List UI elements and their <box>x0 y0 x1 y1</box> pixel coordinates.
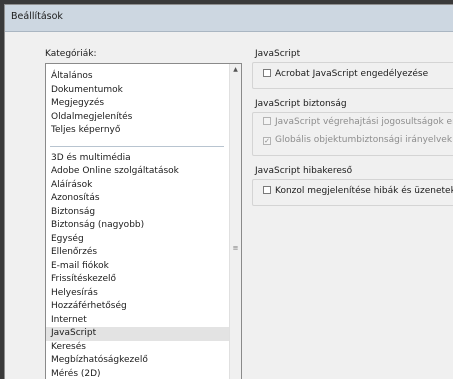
category-item[interactable]: Internet <box>46 314 230 328</box>
security-group-title: JavaScript biztonság <box>255 99 347 109</box>
global-policy-label: Globális objektumbiztonsági irányelvek e… <box>275 135 453 145</box>
category-item[interactable]: Aláírások <box>46 179 230 193</box>
category-item[interactable]: Biztonság (nagyobb) <box>46 219 230 233</box>
categories-label: Kategóriák: <box>45 49 97 59</box>
category-item[interactable]: Hozzáférhetőség <box>46 300 230 314</box>
preferences-dialog: Beállítások Kategóriák: Általános Dokumen… <box>4 4 453 379</box>
scroll-grip-icon[interactable]: ≡ <box>230 244 241 252</box>
category-item[interactable]: Teljes képernyő <box>46 124 230 138</box>
category-item[interactable]: Ellenőrzés <box>46 246 230 260</box>
list-scrollbar[interactable]: ▲ ≡ <box>229 64 241 379</box>
category-item[interactable]: Azonosítás <box>46 192 230 206</box>
category-item[interactable]: Megbízhatóságkezelő <box>46 354 230 368</box>
category-item[interactable]: Általános <box>46 70 230 84</box>
console-checkbox[interactable] <box>263 186 271 194</box>
category-item[interactable]: Dokumentumok <box>46 84 230 98</box>
category-item[interactable]: JavaScript <box>46 327 230 341</box>
category-item[interactable]: Keresés <box>46 341 230 355</box>
enable-javascript-checkbox[interactable] <box>263 69 271 77</box>
global-policy-checkbox[interactable]: ✓ <box>263 137 271 145</box>
scroll-up-arrow-icon[interactable]: ▲ <box>230 66 241 73</box>
list-separator <box>50 145 224 147</box>
categories-items: Általános Dokumentumok Megjegyzés Oldalmegj… <box>46 64 230 379</box>
console-label: Konzol megjelenítése hibák és üzenetek e… <box>275 186 453 196</box>
categories-list[interactable]: Általános Dokumentumok Megjegyzés Oldalmegj… <box>45 63 242 379</box>
category-item[interactable]: Mérés (2D) <box>46 368 230 379</box>
debugger-group-title: JavaScript hibakereső <box>255 166 353 176</box>
global-policy-row[interactable]: ✓ Globális objektumbiztonsági irányelvek … <box>263 135 453 145</box>
enable-javascript-row[interactable]: Acrobat JavaScript engedélyezése <box>263 69 428 79</box>
privileged-checkbox[interactable] <box>263 117 271 125</box>
privileged-row[interactable]: JavaScript végrehajtási jogosultságok en… <box>263 117 453 127</box>
category-item[interactable]: Megjegyzés <box>46 97 230 111</box>
privileged-label: JavaScript végrehajtási jogosultságok en… <box>275 117 453 127</box>
category-item[interactable]: E-mail fiókok <box>46 260 230 274</box>
category-item[interactable]: 3D és multimédia <box>46 152 230 166</box>
enable-javascript-label: Acrobat JavaScript engedélyezése <box>275 69 429 79</box>
title-bar[interactable]: Beállítások <box>5 5 453 32</box>
category-item[interactable]: Frissítéskezelő <box>46 273 230 287</box>
category-item[interactable]: Helyesírás <box>46 287 230 301</box>
console-row[interactable]: Konzol megjelenítése hibák és üzenetek e… <box>263 186 453 196</box>
category-item[interactable]: Oldalmegjelenítés <box>46 111 230 125</box>
category-item[interactable]: Adobe Online szolgáltatások <box>46 165 230 179</box>
category-item[interactable]: Biztonság <box>46 206 230 220</box>
javascript-group-title: JavaScript <box>255 49 301 59</box>
category-item[interactable]: Egység <box>46 233 230 247</box>
window-title: Beállítások <box>11 11 63 22</box>
